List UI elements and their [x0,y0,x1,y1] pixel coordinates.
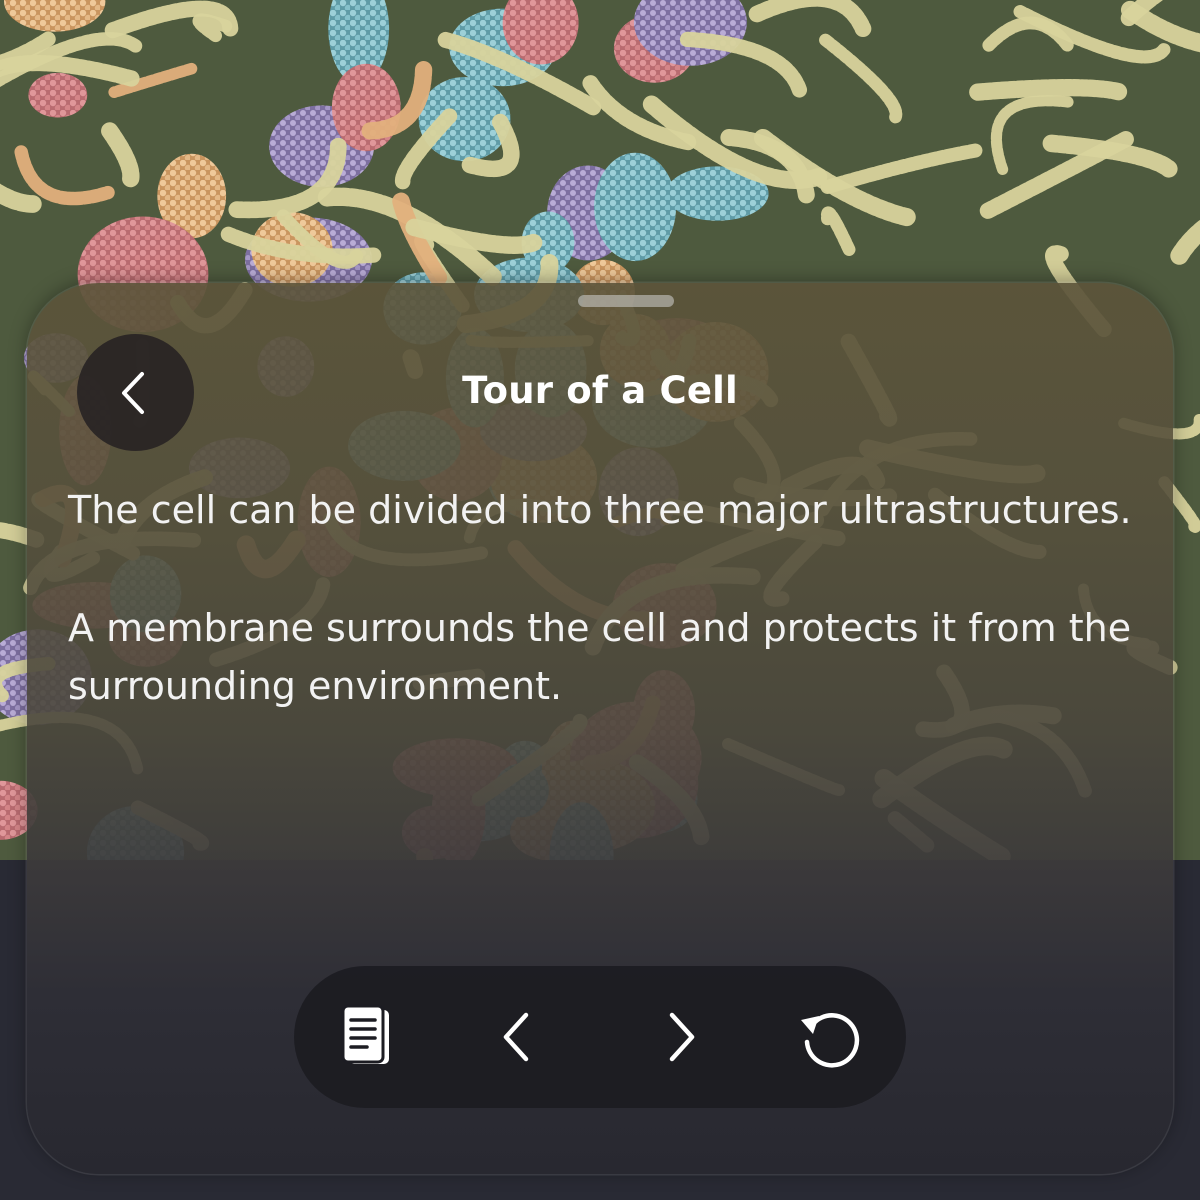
paragraph-1: The cell can be divided into three major… [68,488,1132,532]
page-title: Tour of a Cell [462,369,738,412]
restart-button[interactable] [790,997,870,1077]
app-screen: Tour of a Cell The cell can be divided i… [0,0,1200,1200]
tour-sheet: Tour of a Cell The cell can be divided i… [27,283,1173,1174]
chevron-left-icon [503,1012,529,1062]
protein-blob [594,152,677,262]
restart-icon [801,1013,860,1068]
document-icon [341,1004,389,1064]
next-button[interactable] [640,997,720,1077]
previous-button[interactable] [478,997,558,1077]
paragraph-2: A membrane surrounds the cell and protec… [68,606,1132,708]
notes-button[interactable] [327,997,407,1077]
chevron-right-icon [669,1012,695,1062]
sheet-grabber[interactable] [578,295,674,307]
tour-toolbar [294,966,906,1108]
tour-description: The cell can be divided into three major… [68,481,1138,775]
protein-blob [28,72,88,118]
fiber-strand [969,79,1130,101]
